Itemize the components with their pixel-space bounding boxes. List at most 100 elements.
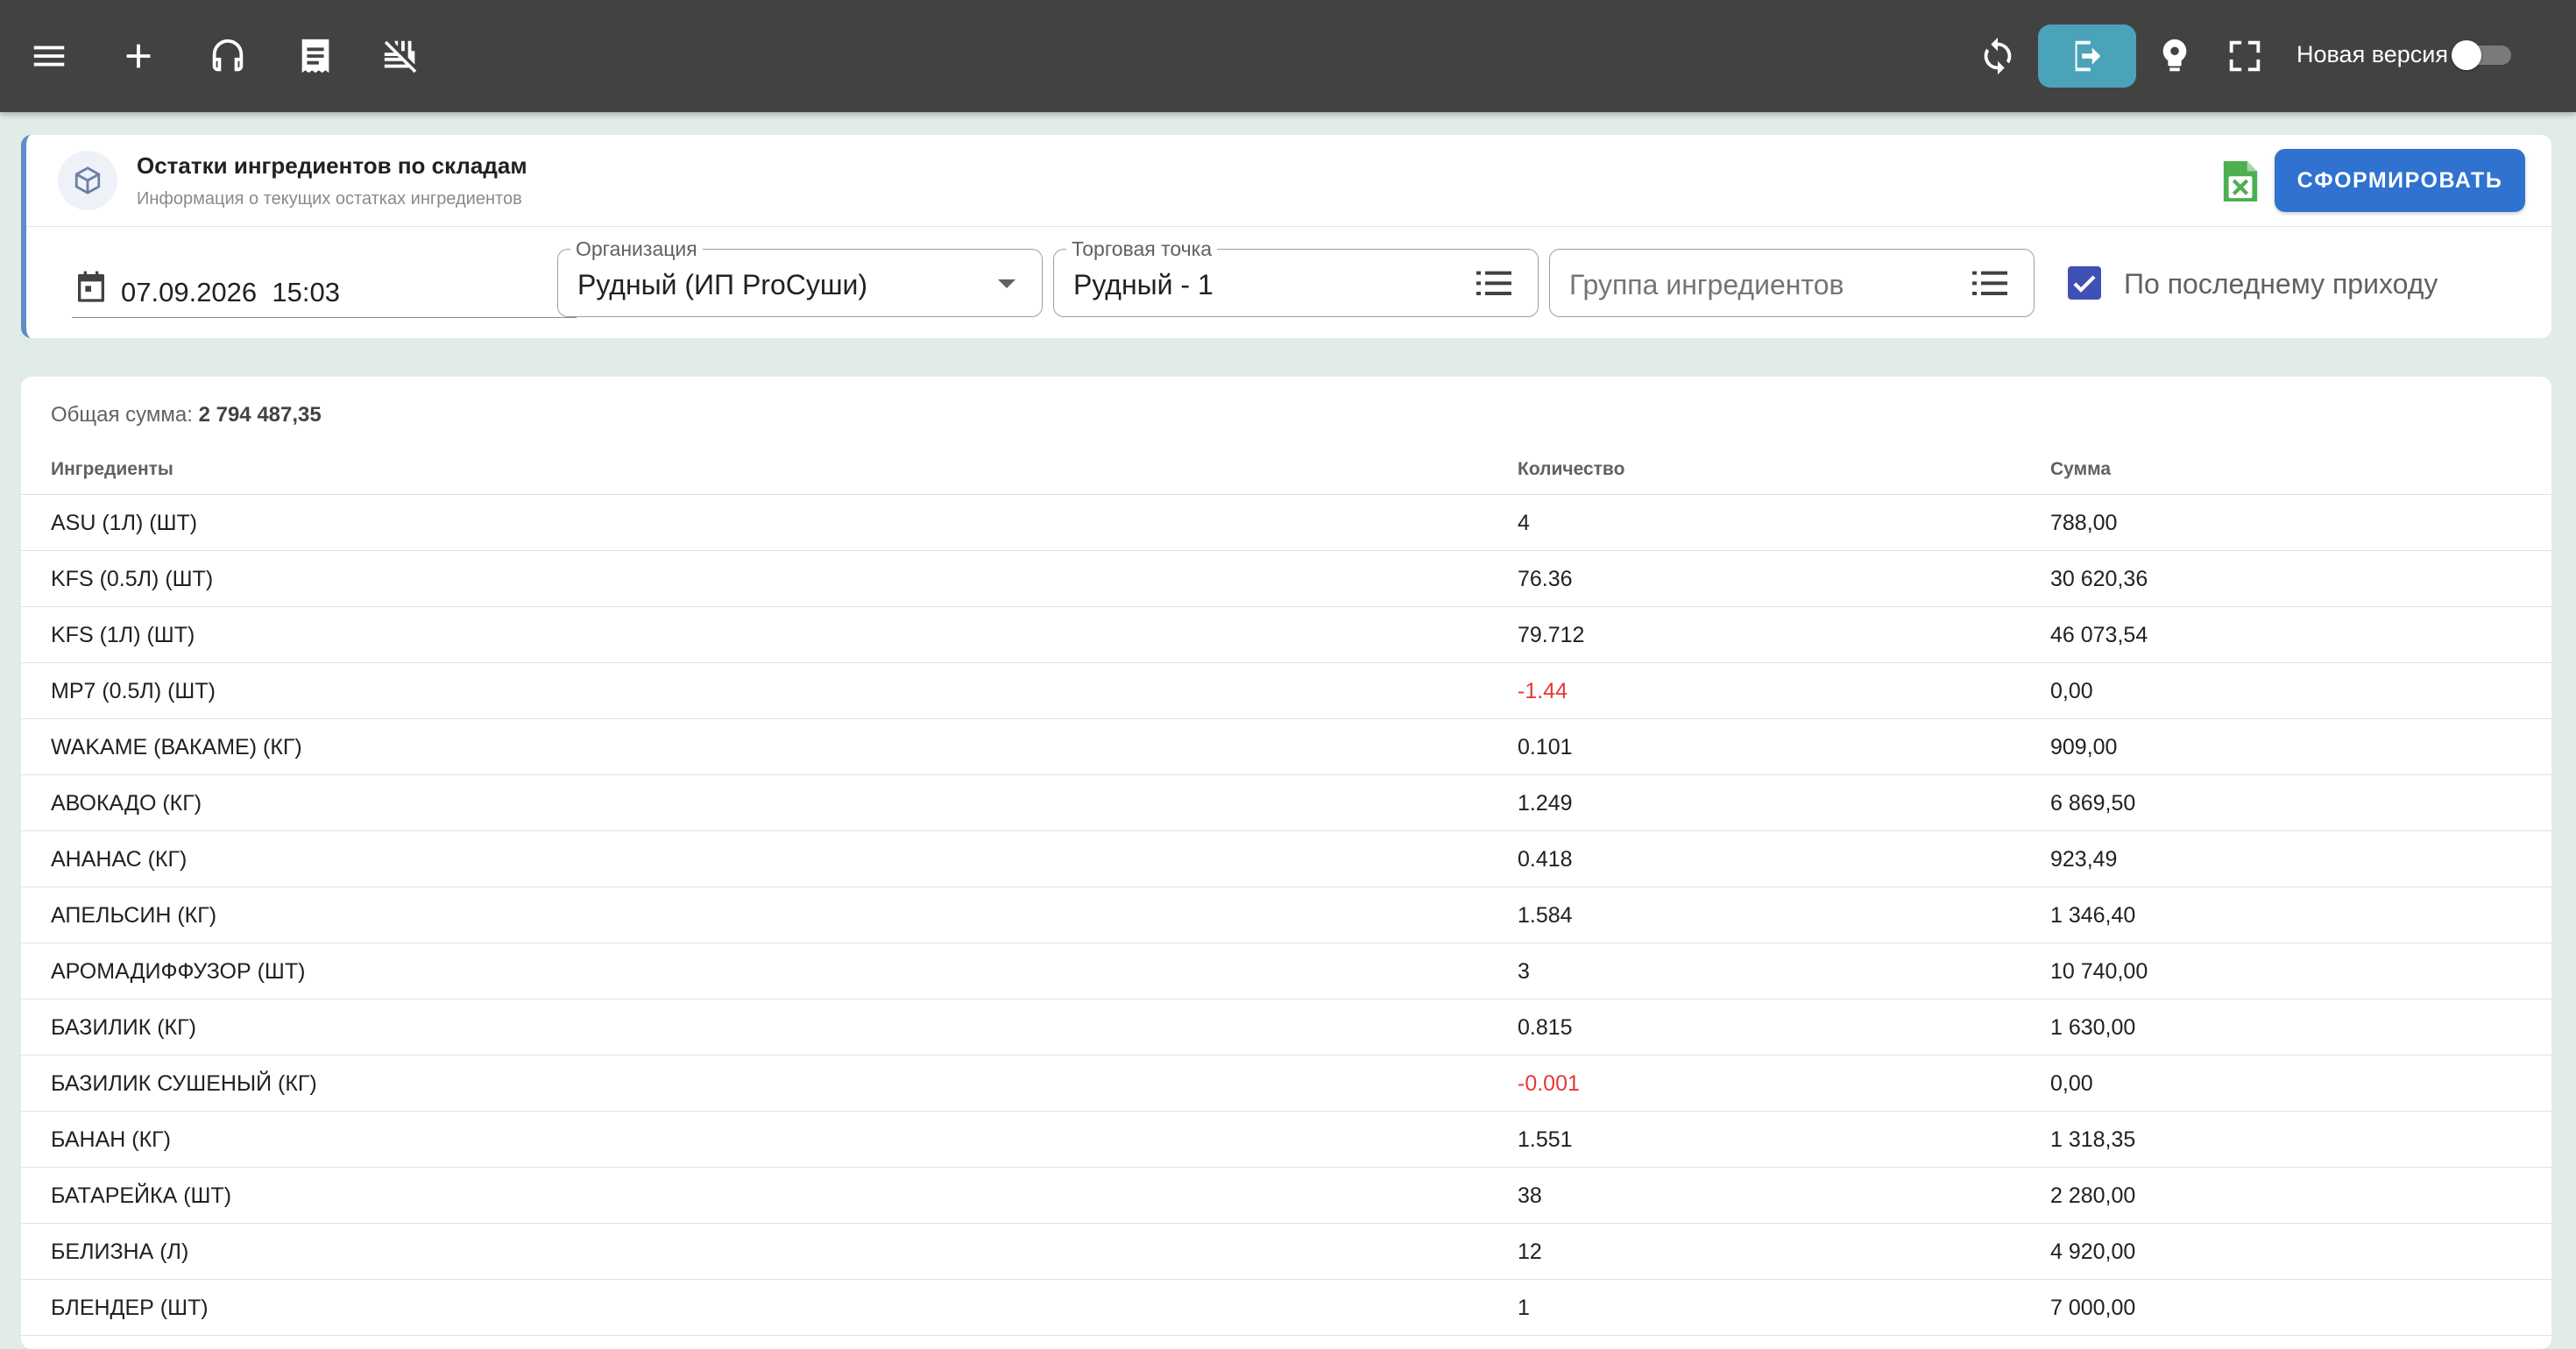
report-filter-card: Остатки ингредиентов по складам Информац… xyxy=(21,135,2551,338)
table-row[interactable]: БАНАН (КГ) 1.551 1 318,35 xyxy=(21,1112,2551,1168)
sync-icon[interactable] xyxy=(1970,28,2026,84)
ingredients-table-card: Общая сумма: 2 794 487,35 Ингредиенты Ко… xyxy=(21,377,2551,1349)
ingredient-name-cell: WAKAME (ВАКАМЕ) (КГ) xyxy=(51,735,302,759)
table-row[interactable]: KFS (1Л) (ШТ) 79.712 46 073,54 xyxy=(21,607,2551,663)
ingredient-group-select[interactable]: Группа ингредиентов xyxy=(1549,249,2035,317)
outlet-value: Рудный - 1 xyxy=(1073,269,1214,300)
quantity-cell: 1.249 xyxy=(1518,791,1573,816)
last-receipt-label[interactable]: По последнему приходу xyxy=(2124,268,2438,300)
table-row[interactable]: ASU (1Л) (ШТ) 4 788,00 xyxy=(21,495,2551,551)
total-sum-label: Общая сумма: xyxy=(51,403,199,427)
box-icon xyxy=(58,151,117,210)
ingredient-name-cell: БАТАРЕЙКА (ШТ) xyxy=(51,1183,232,1208)
table-row[interactable]: WAKAME (ВАКАМЕ) (КГ) 0.101 909,00 xyxy=(21,719,2551,775)
report-subtitle: Информация о текущих остатках ингредиент… xyxy=(137,189,522,208)
toggle-knob xyxy=(2452,40,2481,70)
logout-icon xyxy=(2075,40,2101,72)
menu-icon[interactable] xyxy=(21,28,77,84)
table-header: Ингредиенты Количество Сумма xyxy=(21,445,2551,495)
generate-report-button[interactable]: СФОРМИРОВАТЬ xyxy=(2275,149,2525,212)
column-header-sum[interactable]: Сумма xyxy=(2050,459,2111,480)
ingredient-name-cell: БАЗИЛИК СУШЕНЫЙ (КГ) xyxy=(51,1071,317,1096)
ingredient-name-cell: KFS (1Л) (ШТ) xyxy=(51,623,195,647)
date-value: 07.09.2026 15:03 xyxy=(121,277,340,307)
ingredient-name-cell: БАНАН (КГ) xyxy=(51,1127,172,1152)
excel-icon[interactable] xyxy=(2220,159,2261,203)
table-body: ASU (1Л) (ШТ) 4 788,00 KFS (0.5Л) (ШТ) 76.36… xyxy=(21,495,2551,1336)
total-sum: Общая сумма: 2 794 487,35 xyxy=(51,403,322,427)
table-row[interactable]: АВОКАДО (КГ) 1.249 6 869,50 xyxy=(21,775,2551,831)
table-row[interactable]: БАЗИЛИК (КГ) 0.815 1 630,00 xyxy=(21,999,2551,1056)
settings-bulb-icon[interactable] xyxy=(2147,28,2203,84)
table-row[interactable]: MP7 (0.5Л) (ШТ) -1.44 0,00 xyxy=(21,663,2551,719)
ingredient-group-placeholder: Группа ингредиентов xyxy=(1569,269,1844,300)
new-version-toggle[interactable] xyxy=(2452,40,2515,70)
quantity-cell: -0.001 xyxy=(1518,1071,1580,1096)
column-header-quantity[interactable]: Количество xyxy=(1518,459,1624,480)
list-icon[interactable] xyxy=(1972,267,2007,299)
dropdown-arrow-icon xyxy=(998,279,1016,288)
ingredient-name-cell: АВОКАДО (КГ) xyxy=(51,791,202,816)
outlet-select[interactable]: Торговая точка Рудный - 1 xyxy=(1053,237,1539,317)
sum-cell: 0,00 xyxy=(2050,1071,2093,1096)
sum-cell: 923,49 xyxy=(2050,847,2118,872)
last-receipt-checkbox[interactable] xyxy=(2068,266,2101,300)
ingredient-name-cell: KFS (0.5Л) (ШТ) xyxy=(51,567,214,591)
quantity-cell: 79.712 xyxy=(1518,623,1585,647)
sum-cell: 2 280,00 xyxy=(2050,1183,2136,1208)
sum-cell: 0,00 xyxy=(2050,679,2093,703)
table-row[interactable]: БЛЕНДЕР (ШТ) 1 7 000,00 xyxy=(21,1280,2551,1336)
sum-cell: 10 740,00 xyxy=(2050,959,2148,984)
table-row[interactable]: АПЕЛЬСИН (КГ) 1.584 1 346,40 xyxy=(21,887,2551,943)
card-divider xyxy=(26,226,2551,227)
new-version-label: Новая версия xyxy=(2296,41,2448,67)
quantity-cell: 12 xyxy=(1518,1240,1542,1264)
ingredient-name-cell: MP7 (0.5Л) (ШТ) xyxy=(51,679,216,703)
sum-cell: 909,00 xyxy=(2050,735,2118,759)
checkmark-icon xyxy=(2073,275,2096,293)
sum-cell: 1 346,40 xyxy=(2050,903,2136,928)
sum-cell: 6 869,50 xyxy=(2050,791,2136,816)
ingredient-name-cell: АПЕЛЬСИН (КГ) xyxy=(51,903,217,928)
headset-icon[interactable] xyxy=(200,28,256,84)
sum-cell: 788,00 xyxy=(2050,511,2118,535)
date-time-field[interactable]: 07.09.2026 15:03 xyxy=(72,263,577,318)
list-icon[interactable] xyxy=(1476,267,1511,299)
column-header-ingredients[interactable]: Ингредиенты xyxy=(51,459,173,480)
logout-button[interactable] xyxy=(2038,25,2136,88)
quantity-cell: 1.551 xyxy=(1518,1127,1573,1152)
organization-select[interactable]: Организация Рудный (ИП ProСуши) xyxy=(557,237,1043,317)
sum-cell: 1 630,00 xyxy=(2050,1015,2136,1040)
quantity-cell: 38 xyxy=(1518,1183,1542,1208)
sum-cell: 4 920,00 xyxy=(2050,1240,2136,1264)
quantity-cell: 76.36 xyxy=(1518,567,1573,591)
quantity-cell: 3 xyxy=(1518,959,1530,984)
quantity-cell: 0.101 xyxy=(1518,735,1573,759)
ingredient-name-cell: АРОМАДИФФУЗОР (ШТ) xyxy=(51,959,306,984)
quantity-cell: -1.44 xyxy=(1518,679,1568,703)
receipt-icon[interactable] xyxy=(287,28,343,84)
ingredient-name-cell: ASU (1Л) (ШТ) xyxy=(51,511,198,535)
plus-icon[interactable] xyxy=(110,28,166,84)
sum-cell: 1 318,35 xyxy=(2050,1127,2136,1152)
ingredient-name-cell: БАЗИЛИК (КГ) xyxy=(51,1015,196,1040)
ingredient-name-cell: БЕЛИЗНА (Л) xyxy=(51,1240,189,1264)
top-app-bar: Новая версия xyxy=(0,0,2576,112)
quantity-cell: 4 xyxy=(1518,511,1530,535)
organization-label: Организация xyxy=(570,237,703,261)
sum-cell: 46 073,54 xyxy=(2050,623,2148,647)
total-sum-value: 2 794 487,35 xyxy=(198,403,322,427)
table-row[interactable]: KFS (0.5Л) (ШТ) 76.36 30 620,36 xyxy=(21,551,2551,607)
food-off-icon[interactable] xyxy=(373,28,429,84)
quantity-cell: 0.418 xyxy=(1518,847,1573,872)
table-row[interactable]: БАЗИЛИК СУШЕНЫЙ (КГ) -0.001 0,00 xyxy=(21,1056,2551,1112)
table-row[interactable]: БАТАРЕЙКА (ШТ) 38 2 280,00 xyxy=(21,1168,2551,1224)
table-row[interactable]: АРОМАДИФФУЗОР (ШТ) 3 10 740,00 xyxy=(21,943,2551,999)
organization-value: Рудный (ИП ProСуши) xyxy=(577,269,868,300)
sum-cell: 30 620,36 xyxy=(2050,567,2148,591)
fullscreen-icon[interactable] xyxy=(2217,28,2273,84)
ingredient-name-cell: АНАНАС (КГ) xyxy=(51,847,188,872)
table-row[interactable]: АНАНАС (КГ) 0.418 923,49 xyxy=(21,831,2551,887)
table-row[interactable]: БЕЛИЗНА (Л) 12 4 920,00 xyxy=(21,1224,2551,1280)
outlet-label: Торговая точка xyxy=(1066,237,1218,261)
